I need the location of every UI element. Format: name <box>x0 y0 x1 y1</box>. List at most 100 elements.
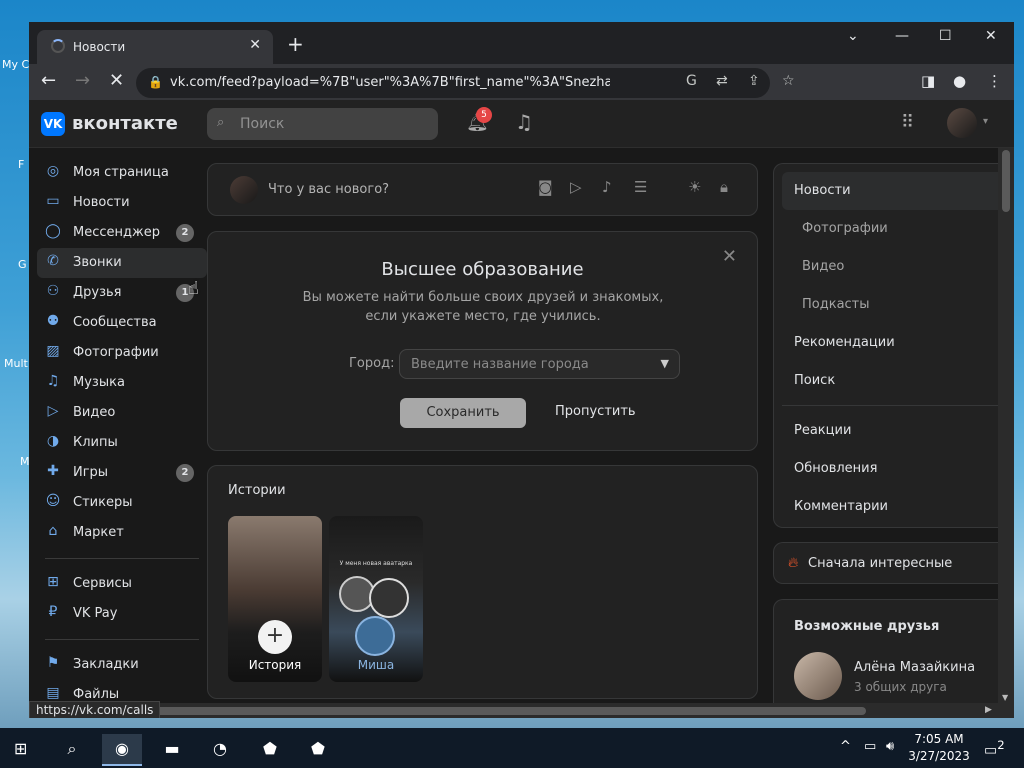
scroll-down-icon[interactable]: ▼ <box>1002 693 1008 702</box>
chevron-down-icon: ▼ <box>660 357 669 370</box>
feed-nav-item[interactable]: Обновления <box>782 450 1014 488</box>
sidebar-item[interactable]: ₽ VK Pay <box>37 599 207 629</box>
new-tab-icon[interactable]: + <box>287 32 304 56</box>
lock-icon[interactable]: 🔒 <box>148 75 163 89</box>
privacy-lock-icon[interactable]: 🔒︎ <box>720 178 728 196</box>
window-close-icon[interactable]: ✕ <box>985 28 997 44</box>
app-icon[interactable]: ⬟ <box>298 734 338 766</box>
story-item[interactable]: У меня новая аватарка Миша <box>329 516 423 682</box>
sidebar-item[interactable]: ⚉ Сообщества <box>37 308 207 338</box>
sidebar-item[interactable]: ▷ Видео <box>37 398 207 428</box>
feed-nav-item[interactable]: Видео <box>782 248 1014 286</box>
notification-center-icon[interactable]: ▭2 <box>984 738 1005 759</box>
side-panel-icon[interactable]: ◨ <box>921 72 935 90</box>
feed-nav-item[interactable]: Поиск <box>782 362 1014 400</box>
tab-close-icon[interactable]: ✕ <box>249 37 261 53</box>
vertical-scrollbar[interactable]: ▼ <box>998 148 1014 704</box>
friend-name[interactable]: Алёна Мазайкина <box>854 660 975 675</box>
sidebar-item[interactable]: ⌂ Маркет <box>37 518 207 548</box>
music-icon[interactable]: ♪ <box>602 178 612 196</box>
idea-icon[interactable]: ☀ <box>688 178 701 196</box>
desktop-icon-label[interactable]: F <box>18 158 24 171</box>
vk-logo-icon[interactable]: VK <box>41 112 65 136</box>
forward-icon[interactable]: → <box>75 70 90 91</box>
sidebar-item[interactable]: ⚑ Закладки <box>37 650 207 680</box>
volume-icon[interactable]: 🔊︎ <box>886 739 894 754</box>
google-icon[interactable]: G <box>686 73 697 89</box>
maximize-icon[interactable]: ☐ <box>939 28 952 44</box>
sidebar-item[interactable]: ◑ Клипы <box>37 428 207 458</box>
search-icon: ⌕ <box>217 115 225 130</box>
network-icon[interactable]: ▭ <box>864 739 876 754</box>
city-select[interactable]: Введите название города ▼ <box>399 349 680 379</box>
horizontal-scrollbar[interactable]: ▶ <box>29 703 1014 718</box>
feed-nav-label: Реакции <box>794 423 852 438</box>
bookmark-star-icon[interactable]: ☆ <box>782 73 795 89</box>
avatar[interactable] <box>794 652 842 700</box>
sidebar-item[interactable]: ⚇ Друзья 1 <box>37 278 207 308</box>
stories-title: Истории <box>228 483 286 498</box>
search-input[interactable]: ⌕ Поиск <box>207 108 438 140</box>
feed-nav-item[interactable]: Рекомендации <box>782 324 1014 362</box>
avatar[interactable] <box>947 108 977 138</box>
composer-placeholder[interactable]: Что у вас нового? <box>268 182 389 197</box>
sidebar-item[interactable]: ✆ Звонки <box>37 248 207 278</box>
possible-friends-card: Возможные друзья Алёна Мазайкина 3 общих… <box>773 599 1014 718</box>
address-bar[interactable]: 🔒 vk.com/feed?payload=%7B"user"%3A%7B"fi… <box>136 68 795 98</box>
chevron-up-icon[interactable]: ^ <box>840 739 851 754</box>
story-create[interactable]: + История <box>228 516 322 682</box>
save-button[interactable]: Сохранить <box>400 398 526 428</box>
app-icon[interactable]: ⬟ <box>250 734 290 766</box>
back-icon[interactable]: ← <box>41 70 56 91</box>
file-explorer-icon[interactable]: ▬ <box>152 734 192 766</box>
sidebar-item[interactable]: ⊞ Сервисы <box>37 569 207 599</box>
sidebar-item[interactable]: ▭ Новости <box>37 188 207 218</box>
music-player-icon[interactable]: ♫ <box>515 110 533 134</box>
feed-nav-item[interactable]: Реакции <box>782 412 1014 450</box>
sidebar-item[interactable]: ◎ Моя страница <box>37 158 207 188</box>
sidebar-item[interactable]: ☺ Стикеры <box>37 488 207 518</box>
sidebar-item-label: Новости <box>73 195 130 210</box>
scrollbar-thumb[interactable] <box>144 707 866 715</box>
browser-tab[interactable]: Новости ✕ <box>37 30 273 64</box>
search-icon[interactable]: ⌕ <box>52 734 92 766</box>
scroll-right-icon[interactable]: ▶ <box>985 705 992 715</box>
desktop-icon-label[interactable]: Mult <box>4 357 28 370</box>
sidebar-item[interactable]: ♫ Музыка <box>37 368 207 398</box>
video-play-icon[interactable]: ▷ <box>570 178 582 196</box>
feed-nav-item[interactable]: Подкасты <box>782 286 1014 324</box>
desktop-icon-label[interactable]: G <box>18 258 27 271</box>
camera-icon[interactable]: ◙ <box>538 178 553 196</box>
firefox-icon[interactable]: ◔ <box>200 734 240 766</box>
scrollbar-thumb[interactable] <box>1002 150 1010 212</box>
feed-nav-item[interactable]: Новости <box>782 172 1014 210</box>
sort-filter[interactable]: 🔥︎ Сначала интересные <box>773 542 1014 584</box>
share-icon[interactable]: ⇪ <box>748 73 760 89</box>
windows-start-icon[interactable]: ⊞ <box>14 739 32 758</box>
feed-nav-item[interactable]: Фотографии <box>782 210 1014 248</box>
divider <box>782 405 1014 406</box>
education-description: Вы можете найти больше своих друзей и зн… <box>302 290 664 324</box>
clock[interactable]: 7:05 AM 3/27/2023 <box>908 731 970 765</box>
profile-icon[interactable]: ● <box>953 72 966 90</box>
chrome-icon[interactable]: ◉ <box>102 734 142 766</box>
sidebar-item[interactable]: ✚ Игры 2 <box>37 458 207 488</box>
post-composer[interactable]: Что у вас нового? ◙ ▷ ♪ ☰ ☀ 🔒︎ <box>207 163 758 216</box>
sidebar-item[interactable]: ▨ Фотографии <box>37 338 207 368</box>
article-icon[interactable]: ☰ <box>634 178 647 196</box>
menu-icon[interactable]: ⋮ <box>987 72 1002 90</box>
vk-logo-text[interactable]: вконтакте <box>72 113 178 134</box>
desktop-icon-label[interactable]: My C <box>2 58 29 71</box>
apps-grid-icon[interactable]: ⠿ <box>901 112 914 133</box>
chevron-down-icon[interactable]: ▾ <box>983 116 988 127</box>
translate-icon[interactable]: ⇄ <box>716 73 728 89</box>
stop-icon[interactable]: ✕ <box>109 70 124 91</box>
sidebar-item[interactable]: ◯ Мессенджер 2 <box>37 218 207 248</box>
sidebar-item-label: Видео <box>73 405 116 420</box>
skip-button[interactable]: Пропустить <box>555 404 636 419</box>
tab-search-icon[interactable]: ⌄ <box>847 28 859 44</box>
clips-icon: ◑ <box>46 433 60 449</box>
feed-nav-item[interactable]: Комментарии <box>782 488 1014 526</box>
plus-icon[interactable]: + <box>258 620 292 654</box>
minimize-icon[interactable]: — <box>895 28 909 44</box>
